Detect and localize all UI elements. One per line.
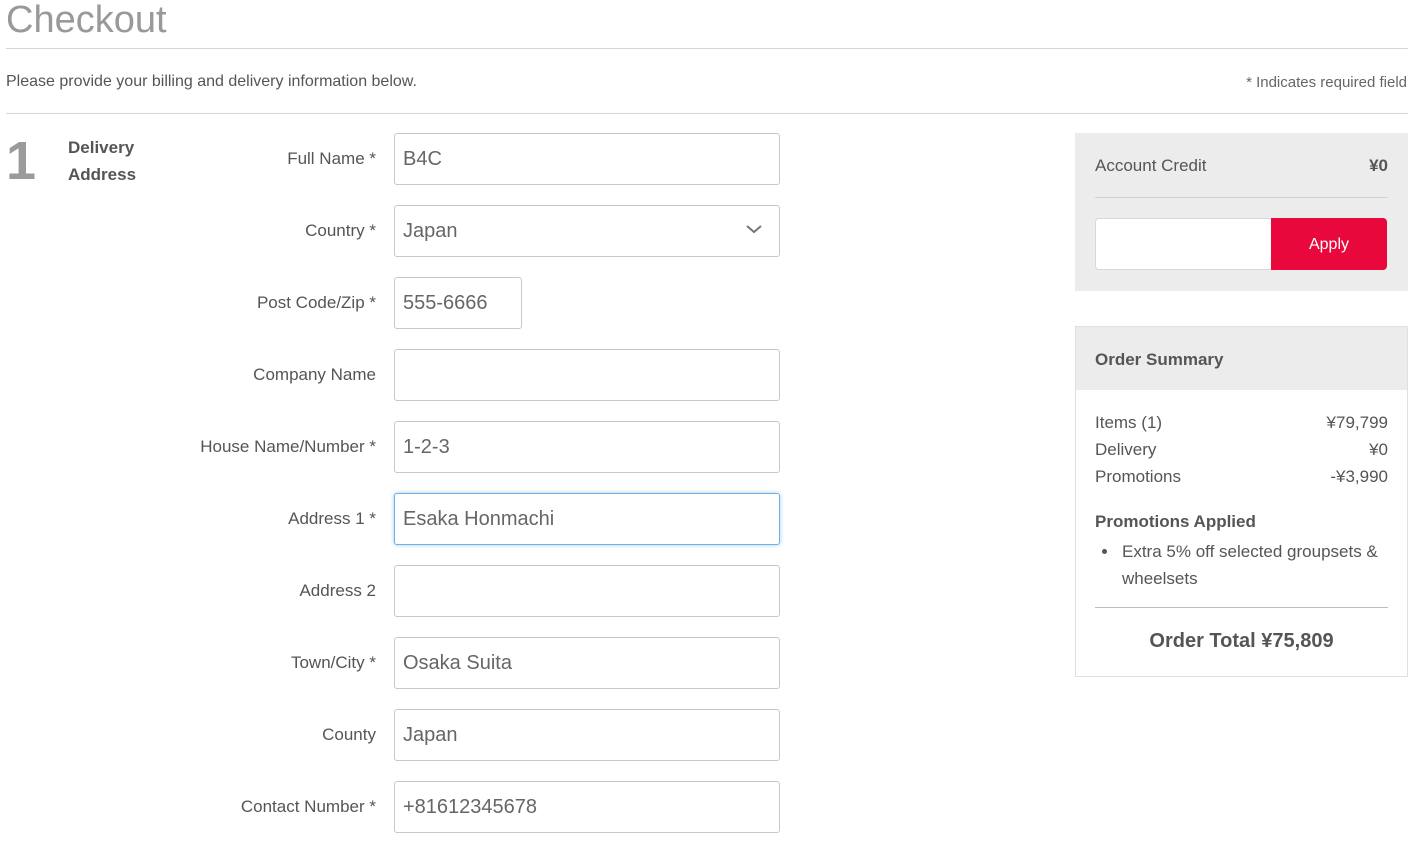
address2-input[interactable] (394, 565, 780, 617)
chevron-down-icon (746, 225, 762, 234)
contact-number-label: Contact Number * (240, 797, 376, 816)
account-credit-value: ¥0 (1369, 156, 1388, 175)
address1-row: Address 1 * (0, 493, 790, 547)
house-number-input[interactable] (394, 421, 780, 473)
country-label: Country * (305, 221, 376, 240)
full-name-input[interactable] (394, 133, 780, 185)
company-name-row: Company Name (0, 349, 790, 403)
order-summary-title: Order Summary (1095, 350, 1224, 369)
town-city-row: Town/City * (0, 637, 790, 691)
county-label: County (322, 725, 376, 744)
order-summary-panel: Order Summary Items (1) ¥79,799 Delivery… (1075, 326, 1408, 677)
address2-label: Address 2 (299, 581, 376, 600)
address1-label: Address 1 * (288, 509, 376, 528)
contact-number-row: Contact Number * (0, 781, 790, 835)
county-input[interactable] (394, 709, 780, 761)
address1-input[interactable] (394, 493, 780, 545)
page-title: Checkout (6, 0, 167, 41)
title-divider (6, 48, 1408, 49)
intro-text: Please provide your billing and delivery… (6, 73, 417, 90)
house-number-row: House Name/Number * (0, 421, 790, 475)
town-city-label: Town/City * (290, 653, 376, 672)
post-code-label: Post Code/Zip * (256, 293, 376, 312)
summary-line-value: -¥3,990 (1330, 467, 1388, 486)
account-credit-label: Account Credit (1095, 156, 1207, 175)
credit-amount-input[interactable] (1095, 218, 1273, 270)
summary-line-label: Delivery (1095, 440, 1157, 459)
company-name-label: Company Name (253, 365, 376, 384)
full-name-label: Full Name * (287, 149, 376, 168)
summary-line-label: Items (1) (1095, 413, 1163, 432)
credit-divider (1095, 197, 1388, 198)
address2-row: Address 2 (0, 565, 790, 619)
country-select-value: Japan (403, 220, 458, 242)
county-row: County (0, 709, 790, 763)
summary-line-label: Promotions (1095, 467, 1181, 486)
house-number-label: House Name/Number * (200, 437, 376, 456)
promotion-item: Extra 5% off selected groupsets & wheels… (1095, 538, 1388, 592)
checkout-page: Checkout Please provide your billing and… (0, 0, 1413, 846)
required-field-note: * Indicates required field (1246, 74, 1407, 91)
company-name-input[interactable] (394, 349, 780, 401)
promotions-list: Extra 5% off selected groupsets & wheels… (1095, 538, 1388, 592)
summary-line-value: ¥79,799 (1326, 413, 1388, 432)
summary-divider (1095, 607, 1388, 608)
country-select[interactable]: Japan (394, 205, 780, 257)
order-summary-header: Order Summary (1076, 327, 1407, 390)
post-code-row: Post Code/Zip * (0, 277, 790, 331)
apply-credit-button[interactable]: Apply (1271, 218, 1387, 270)
contact-number-input[interactable] (394, 781, 780, 833)
order-total: Order Total ¥75,809 (1149, 630, 1334, 652)
town-city-input[interactable] (394, 637, 780, 689)
summary-line-promotions: Promotions -¥3,990 (1095, 467, 1388, 493)
promotions-applied-title: Promotions Applied (1095, 512, 1256, 531)
summary-line-delivery: Delivery ¥0 (1095, 440, 1388, 466)
summary-line-items: Items (1) ¥79,799 (1095, 413, 1388, 439)
full-name-row: Full Name * (0, 133, 790, 187)
country-row: Country * Japan (0, 205, 790, 259)
section-divider (6, 113, 1408, 114)
post-code-input[interactable] (394, 277, 522, 329)
summary-line-value: ¥0 (1369, 440, 1388, 459)
account-credit-panel: Account Credit ¥0 Apply (1075, 133, 1408, 291)
